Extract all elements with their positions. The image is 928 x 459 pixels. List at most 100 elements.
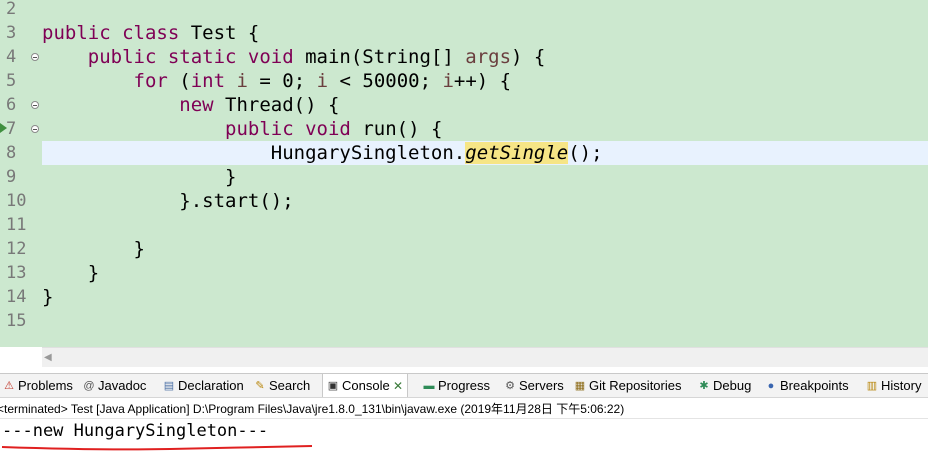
code-line-15[interactable] (42, 309, 928, 333)
console-output-line: ---new HungarySingleton--- (2, 421, 269, 441)
code-token: (); (568, 142, 603, 164)
code-token: ++) { (453, 70, 512, 92)
tab-label: History (881, 378, 922, 393)
line-number: 8 (6, 143, 17, 163)
tab-label: Console (342, 378, 390, 393)
variable-token: i (236, 70, 248, 92)
code-line-7[interactable]: public void run() { (42, 117, 928, 141)
fold-collapse-icon[interactable] (31, 101, 39, 109)
tab-label: Servers (519, 378, 564, 393)
variable-token: i (442, 70, 454, 92)
code-line-2[interactable] (42, 0, 928, 21)
tab-label: Search (269, 378, 311, 393)
code-line-4[interactable]: public static void main(String[] args) { (42, 45, 928, 69)
gutter-line-8: 8 (0, 141, 42, 165)
keyword-token: public class (42, 22, 180, 44)
gutter-line-9: 9 (0, 165, 42, 189)
gutter-line-2: 2 (0, 0, 42, 21)
servers-icon: ⚙ (505, 380, 515, 392)
debug-icon: ✱ (699, 380, 709, 392)
line-number: 5 (6, 71, 17, 91)
code-line-9[interactable]: } (42, 165, 928, 189)
history-icon: ▥ (866, 380, 878, 392)
line-number: 4 (6, 47, 17, 67)
code-line-8[interactable]: HungarySingleton.getSingle(); (42, 141, 928, 165)
close-icon[interactable]: ✕ (393, 374, 403, 397)
code-line-5[interactable]: for (int i = 0; i < 50000; i++) { (42, 69, 928, 93)
breakpoints-icon: ● (767, 380, 775, 392)
code-token: } (42, 262, 100, 284)
tab-label: Progress (438, 378, 491, 393)
code-token: } (42, 166, 237, 188)
console-status-text: <terminated> Test [Java Application] D:\… (0, 402, 625, 416)
code-token: run() { (350, 118, 443, 140)
gutter-line-15: 15 (0, 309, 42, 333)
code-area[interactable]: public class Test { public static void m… (42, 0, 928, 347)
code-token: } (42, 286, 54, 308)
code-token: < 50000; (328, 70, 443, 92)
keyword-token: public void (225, 118, 351, 140)
keyword-token: new (179, 94, 214, 116)
variable-token: i (316, 70, 329, 92)
console-icon: ▣ (327, 380, 339, 392)
line-number: 12 (6, 239, 27, 259)
gutter-line-12: 12 (0, 237, 42, 261)
keyword-token: public static void (87, 46, 294, 68)
view-tab-bar: ⚠ Problems @ Javadoc ▤ Declaration ✎ Search ▣ Con… (0, 373, 928, 398)
tab-label: Debug (713, 378, 752, 393)
keyword-token: for (133, 70, 168, 92)
line-number: 6 (6, 95, 17, 115)
gutter-line-7: 7 (0, 117, 42, 141)
gutter-line-14: 14 (0, 285, 42, 309)
gutter-line-3: 3 (0, 21, 42, 45)
horizontal-scrollbar[interactable]: ◀ (42, 347, 928, 367)
line-number: 15 (6, 311, 27, 331)
gutter-line-6: 6 (0, 93, 42, 117)
code-line-12[interactable]: } (42, 237, 928, 261)
code-line-11[interactable] (42, 213, 928, 237)
red-underline-annotation (1, 445, 313, 451)
code-token: } (42, 238, 145, 260)
code-line-10[interactable]: }.start(); (42, 189, 928, 213)
code-line-14[interactable]: } (42, 285, 928, 309)
line-number: 3 (6, 23, 17, 43)
code-line-3[interactable]: public class Test { (42, 21, 928, 45)
keyword-token: int (190, 70, 226, 92)
gutter-line-13: 13 (0, 261, 42, 285)
code-line-13[interactable]: } (42, 261, 928, 285)
git-repositories-icon: ▦ (574, 380, 586, 392)
fold-collapse-icon[interactable] (31, 53, 39, 61)
code-token: Test { (179, 22, 260, 44)
line-number: 9 (6, 167, 17, 187)
code-token: ) { (511, 46, 546, 68)
fold-collapse-icon[interactable] (31, 125, 39, 133)
tab-label: Git Repositories (589, 378, 682, 393)
console-output[interactable]: ---new HungarySingleton--- (0, 419, 928, 459)
line-number: 14 (6, 287, 27, 307)
code-editor[interactable]: 2 3 4 5 6 7 8 9 10 11 12 13 14 15 public class Test {… (0, 0, 928, 347)
gutter-line-11: 11 (0, 213, 42, 237)
declaration-icon: ▤ (163, 380, 175, 392)
tab-label: Javadoc (98, 378, 147, 393)
scroll-left-icon[interactable]: ◀ (44, 352, 52, 364)
code-token: ( (167, 70, 191, 92)
code-token: = 0; (247, 70, 317, 92)
tab-label: Problems (18, 378, 73, 393)
line-number: 7 (6, 119, 17, 139)
progress-icon: ▬ (423, 380, 435, 392)
code-line-6[interactable]: new Thread() { (42, 93, 928, 117)
problems-icon: ⚠ (4, 380, 14, 392)
console-status-line: <terminated> Test [Java Application] D:\… (0, 399, 928, 419)
code-token: main(String[] (293, 46, 466, 68)
tab-console[interactable]: ▣ Console ✕ (322, 374, 408, 397)
tab-label: Breakpoints (780, 378, 849, 393)
search-icon: ✎ (255, 380, 265, 392)
javadoc-icon: @ (83, 380, 95, 392)
line-number: 2 (6, 0, 17, 19)
gutter-line-5: 5 (0, 69, 42, 93)
